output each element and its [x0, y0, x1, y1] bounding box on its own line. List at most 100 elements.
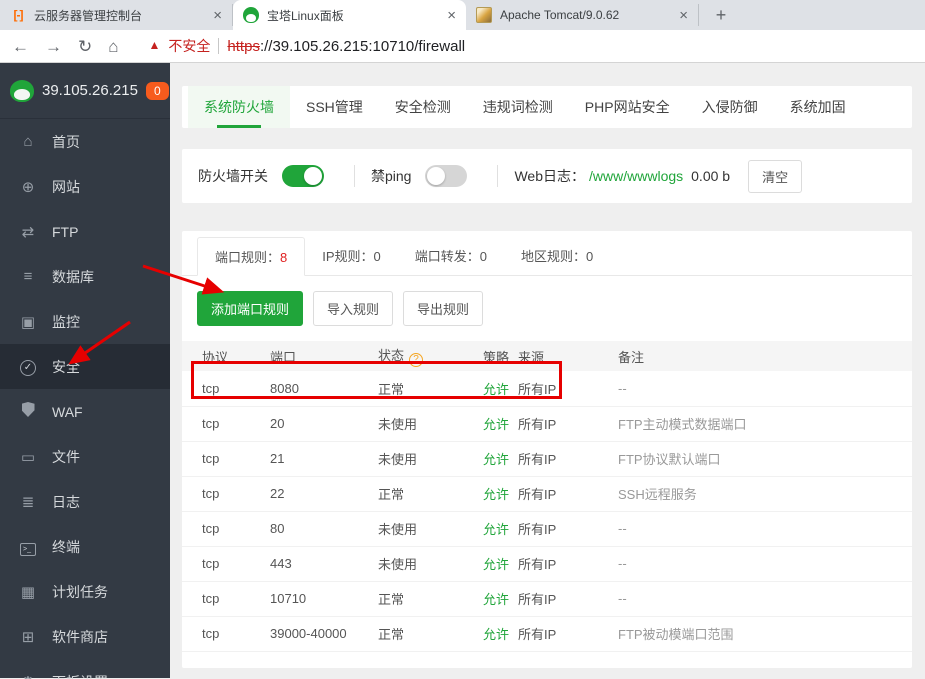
sidebar-item-ftp[interactable]: ⇄ FTP [0, 209, 170, 254]
cell-policy: 允许 [483, 476, 518, 512]
security-shield-icon: ✓ [18, 357, 38, 376]
url-rest: ://39.105.26.215:10710/firewall [259, 37, 466, 55]
browser-tab-baota-panel[interactable]: 宝塔Linux面板 × [233, 0, 466, 30]
rule-actions: 添加端口规则 导入规则 导出规则 [182, 276, 912, 326]
sidebar-item-monitor[interactable]: ▣ 监控 [0, 299, 170, 344]
col-status: 状态? [378, 341, 483, 371]
cell-policy: 允许 [483, 546, 518, 582]
col-port: 端口 [270, 341, 378, 371]
appstore-grid-icon: ⊞ [21, 628, 35, 646]
browser-tab-title: 宝塔Linux面板 [267, 8, 344, 23]
sidebar-item-waf[interactable]: WAF [0, 389, 170, 434]
home-icon: ⌂ [23, 133, 33, 150]
sidebar-item-website[interactable]: ⊕ 网站 [0, 164, 170, 209]
ping-toggle[interactable] [425, 165, 468, 187]
new-tab-button[interactable]: + [707, 1, 735, 29]
tab-system-hardening[interactable]: 系统加固 [774, 86, 862, 128]
url-field[interactable]: ▲ 不安全 https://39.105.26.215:10710/firewa… [149, 36, 466, 56]
reload-icon[interactable]: ↻ [78, 38, 92, 55]
sidebar-item-security[interactable]: ✓ 安全 [0, 344, 170, 389]
table-row: tcp 8080 正常 允许 所有IP -- [182, 371, 912, 407]
cell-protocol: tcp [182, 406, 270, 442]
url-scheme: https [227, 37, 260, 55]
tab-system-firewall[interactable]: 系统防火墙 [188, 86, 290, 128]
cell-status: 未使用 [378, 441, 483, 477]
table-row: tcp 22 正常 允许 所有IP SSH远程服务 [182, 476, 912, 512]
tab-region-rules[interactable]: 地区规则：0 [504, 237, 610, 275]
cell-remark: SSH远程服务 [618, 476, 912, 512]
rule-tabs: 端口规则：8 IP规则：0 端口转发：0 地区规则：0 [182, 237, 912, 276]
tab-banned-words[interactable]: 违规词检测 [467, 86, 569, 128]
cell-protocol: tcp [182, 616, 270, 652]
main-content: 系统防火墙 SSH管理 安全检测 违规词检测 PHP网站安全 入侵防御 系统加固… [170, 63, 925, 678]
cell-source: 所有IP [518, 546, 618, 582]
sidebar-item-cron[interactable]: ▦ 计划任务 [0, 569, 170, 614]
cell-source: 所有IP [518, 476, 618, 512]
cell-status: 未使用 [378, 511, 483, 547]
export-rules-button[interactable]: 导出规则 [403, 291, 484, 326]
sidebar-item-label: 日志 [52, 493, 80, 510]
cell-policy: 允许 [483, 371, 518, 407]
sidebar-item-files[interactable]: ▭ 文件 [0, 434, 170, 479]
weblog-path-link[interactable]: /www/wwwlogs [589, 168, 683, 184]
firewall-toggle[interactable] [282, 165, 324, 187]
ip-rules-count: 0 [373, 249, 381, 264]
sidebar-item-settings[interactable]: ⚙ 面板设置 [0, 659, 170, 679]
rules-card: 端口规则：8 IP规则：0 端口转发：0 地区规则：0 添加端口规则 导入规则 … [182, 231, 912, 668]
sidebar-item-label: 网站 [52, 178, 80, 195]
tab-security-scan[interactable]: 安全检测 [379, 86, 467, 128]
sidebar-item-terminal[interactable]: >_ 终端 [0, 524, 170, 569]
close-icon[interactable]: × [213, 8, 222, 23]
port-rules-table: 协议 端口 状态? 策略 来源 备注 tcp 8080 正常 允许 所有IP -… [182, 341, 912, 652]
cell-source: 所有IP [518, 441, 618, 477]
cell-policy: 允许 [483, 511, 518, 547]
tab-intrusion-defense[interactable]: 入侵防御 [686, 86, 774, 128]
cell-protocol: tcp [182, 511, 270, 547]
cell-port: 80 [270, 511, 378, 547]
cell-remark: -- [618, 546, 912, 582]
sidebar-item-database[interactable]: ≡ 数据库 [0, 254, 170, 299]
close-icon[interactable]: × [679, 8, 688, 23]
tab-php-site-security[interactable]: PHP网站安全 [569, 86, 686, 128]
weblog-label: Web日志： [514, 168, 586, 184]
logs-icon: ≣ [21, 493, 35, 511]
sidebar-item-label: 数据库 [52, 268, 94, 285]
clear-log-button[interactable]: 清空 [748, 159, 803, 193]
cell-status: 未使用 [378, 546, 483, 582]
sidebar-header[interactable]: 39.105.26.215 0 [0, 63, 170, 119]
tab-port-forwarding[interactable]: 端口转发：0 [398, 237, 504, 275]
cell-protocol: tcp [182, 581, 270, 617]
table-row: tcp 39000-40000 正常 允许 所有IP FTP被动模端口范围 [182, 616, 912, 652]
browser-tab-cloud-console[interactable]: [-] 云服务器管理控制台 × [0, 4, 233, 26]
col-policy: 策略 [483, 341, 518, 371]
ping-label: 禁ping [371, 168, 412, 184]
home-icon[interactable]: ⌂ [108, 38, 118, 55]
sidebar-item-label: 首页 [52, 133, 80, 150]
forward-icon[interactable]: → [45, 38, 62, 55]
status-help-icon[interactable]: ? [409, 352, 424, 367]
tab-ip-rules[interactable]: IP规则：0 [305, 237, 398, 275]
sidebar: 39.105.26.215 0 ⌂ 首页 ⊕ 网站 ⇄ FTP ≡ 数据库 ▣ … [0, 63, 170, 679]
cell-remark: -- [618, 371, 912, 407]
cell-port: 22 [270, 476, 378, 512]
sidebar-item-home[interactable]: ⌂ 首页 [0, 119, 170, 164]
message-count-badge[interactable]: 0 [145, 81, 169, 100]
cell-protocol: tcp [182, 371, 270, 407]
sidebar-item-appstore[interactable]: ⊞ 软件商店 [0, 614, 170, 659]
import-rules-button[interactable]: 导入规则 [313, 291, 394, 326]
website-icon: ⊕ [21, 178, 35, 196]
add-port-rule-button[interactable]: 添加端口规则 [197, 291, 304, 326]
sidebar-item-label: 安全 [52, 358, 80, 375]
baota-panda-icon [243, 7, 259, 23]
cell-status: 正常 [378, 476, 483, 512]
sidebar-item-logs[interactable]: ≣ 日志 [0, 479, 170, 524]
back-icon[interactable]: ← [12, 38, 29, 55]
cell-source: 所有IP [518, 581, 618, 617]
files-folder-icon: ▭ [20, 448, 36, 466]
close-icon[interactable]: × [447, 8, 456, 23]
ftp-icon: ⇄ [21, 223, 35, 241]
tab-ssh-management[interactable]: SSH管理 [290, 86, 379, 128]
browser-tab-tomcat[interactable]: Apache Tomcat/9.0.62 × [466, 4, 699, 26]
cell-remark: -- [618, 511, 912, 547]
tab-port-rules[interactable]: 端口规则：8 [197, 237, 306, 276]
